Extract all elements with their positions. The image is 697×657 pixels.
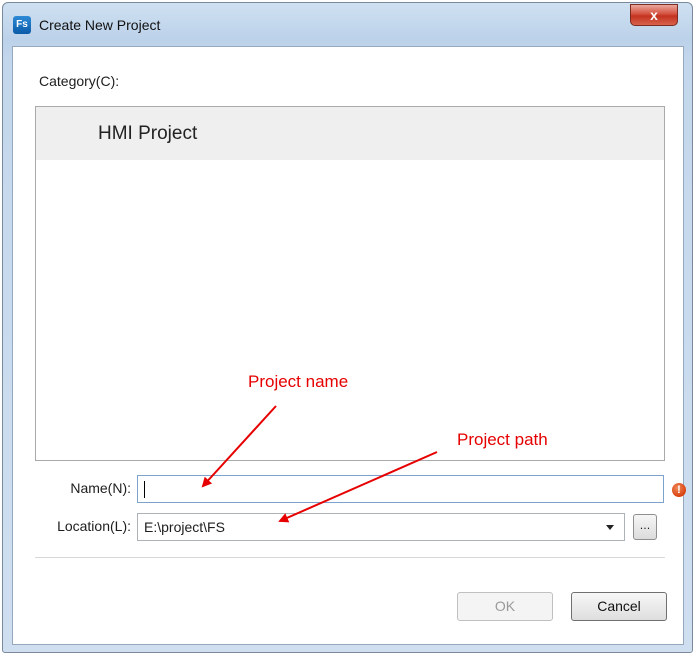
arrow-to-name-input [201,405,277,488]
arrow-to-location [278,451,438,523]
annotation-arrows [201,405,438,523]
